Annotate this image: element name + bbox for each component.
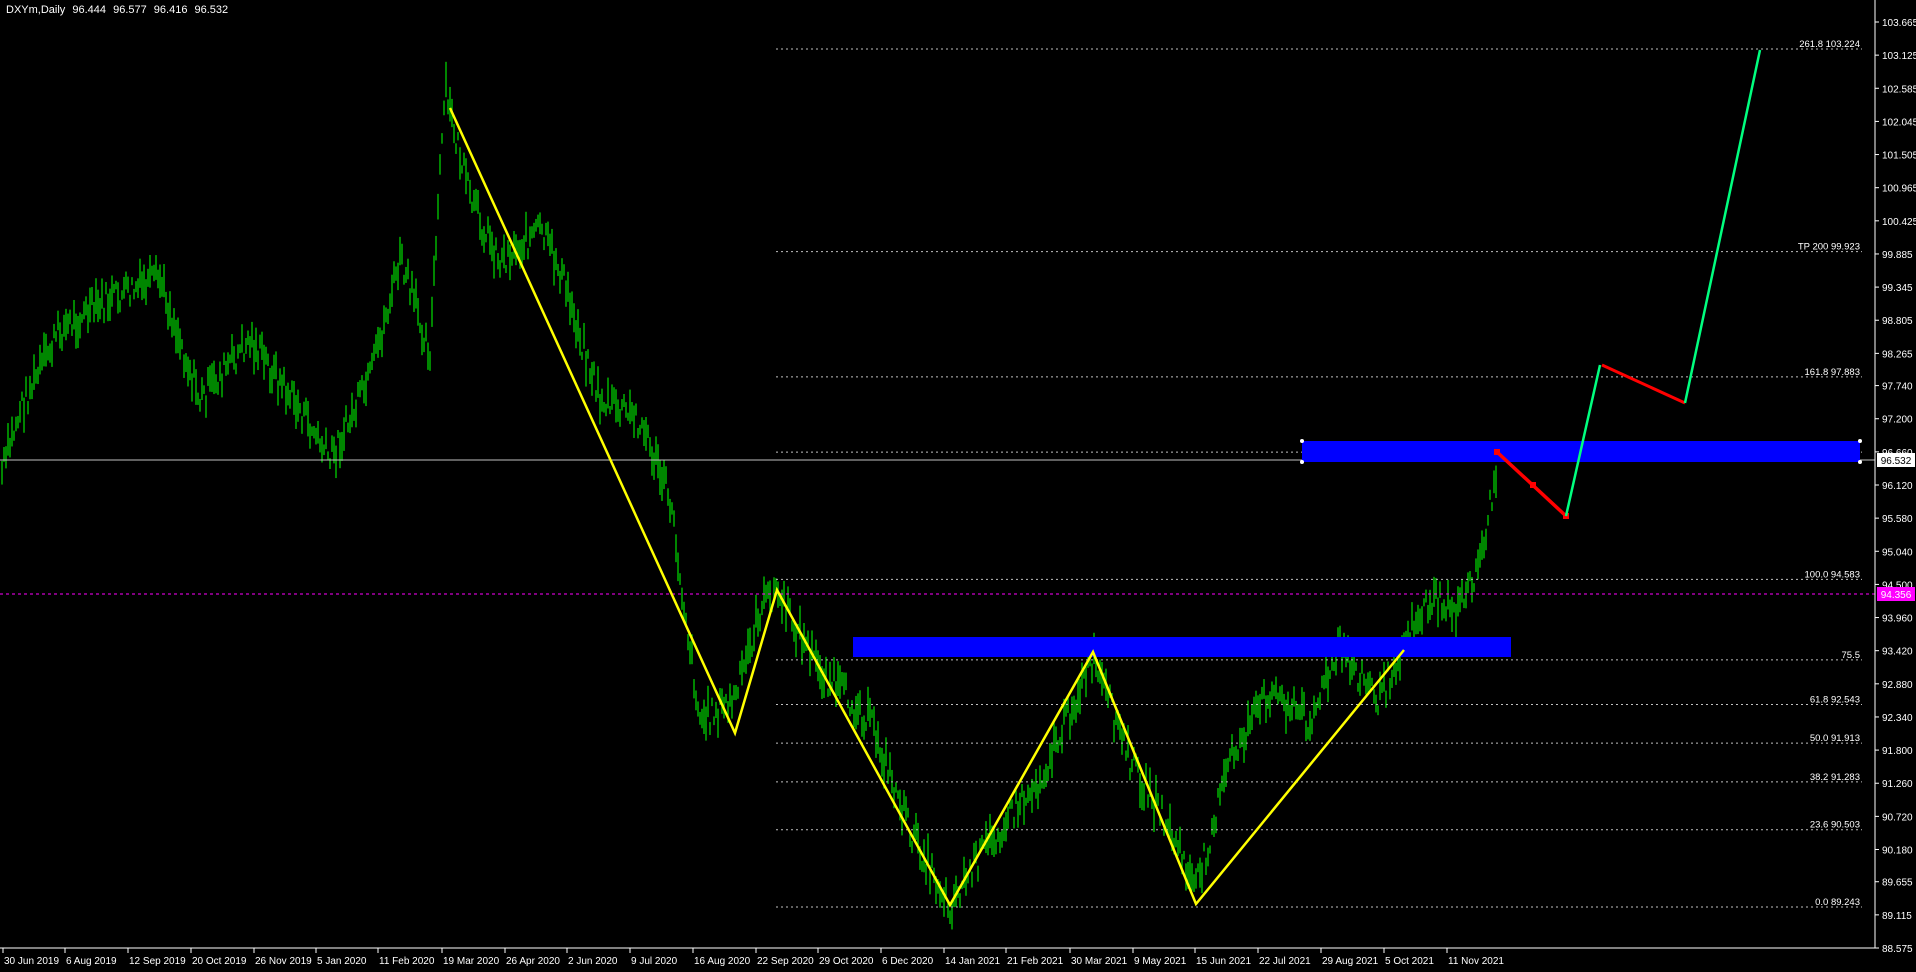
price-label: 95.580 xyxy=(1882,514,1913,525)
time-label: 26 Apr 2020 xyxy=(506,956,560,967)
price-label: 97.200 xyxy=(1882,415,1913,426)
time-axis[interactable]: 30 Jun 2019 6 Aug 2019 12 Sep 2019 20 Oct 2… xyxy=(2,948,1504,967)
projection-target-line[interactable] xyxy=(1683,49,1762,404)
time-label: 19 Mar 2020 xyxy=(443,956,500,967)
fibonacci-levels: 261.8 103.224TP 200 99.923161.8 97.88313… xyxy=(776,39,1862,908)
fib-level-label: 0.0 89.243 xyxy=(1815,897,1860,908)
price-label: 91.260 xyxy=(1882,779,1913,790)
fib-level-label: 61.8 92.543 xyxy=(1810,695,1860,706)
fib-level-label: TP 200 99.923 xyxy=(1798,242,1860,253)
price-label: 100.965 xyxy=(1882,184,1916,195)
time-label: 11 Nov 2021 xyxy=(1448,956,1504,967)
time-label: 14 Jan 2021 xyxy=(945,956,1000,967)
price-label: 99.885 xyxy=(1882,250,1913,261)
time-label: 5 Oct 2021 xyxy=(1385,956,1434,967)
price-label: 98.805 xyxy=(1882,316,1913,327)
time-label: 20 Oct 2019 xyxy=(192,956,247,967)
price-label: 96.120 xyxy=(1882,481,1913,492)
zone-handle[interactable] xyxy=(1858,439,1862,443)
zone-handle[interactable] xyxy=(1300,460,1304,464)
zone-handle[interactable] xyxy=(1858,460,1862,464)
time-label: 29 Oct 2020 xyxy=(819,956,874,967)
fib-level-label: 38.2 91.283 xyxy=(1810,772,1860,783)
price-label: 93.420 xyxy=(1882,647,1913,658)
time-label: 9 May 2021 xyxy=(1134,956,1187,967)
time-label: 9 Jul 2020 xyxy=(631,956,678,967)
current-price-tag: 96.532 xyxy=(1881,456,1912,467)
price-axis[interactable]: 103.665 103.125 102.585 102.045 101.505 100.9… xyxy=(1875,18,1916,955)
time-label: 21 Feb 2021 xyxy=(1007,956,1064,967)
price-label: 103.665 xyxy=(1882,18,1916,29)
fib-level-label: 75.5 xyxy=(1842,650,1861,661)
time-label: 2 Jun 2020 xyxy=(568,956,618,967)
time-label: 26 Nov 2019 xyxy=(255,956,312,967)
time-label: 11 Feb 2020 xyxy=(379,956,435,967)
price-label: 91.800 xyxy=(1882,746,1913,757)
price-label: 90.180 xyxy=(1882,846,1913,857)
price-label: 89.115 xyxy=(1882,911,1912,922)
price-label: 103.125 xyxy=(1882,51,1916,62)
price-label: 90.720 xyxy=(1882,812,1913,823)
price-chart[interactable]: 261.8 103.224TP 200 99.923161.8 97.88313… xyxy=(0,0,1916,972)
price-label: 93.960 xyxy=(1882,614,1913,625)
price-label: 102.045 xyxy=(1882,117,1916,128)
fib-level-label: 100.0 94.583 xyxy=(1805,569,1860,580)
time-label: 6 Aug 2019 xyxy=(66,956,117,967)
time-label: 15 Jun 2021 xyxy=(1196,956,1251,967)
support-zone-lower[interactable] xyxy=(853,637,1511,657)
time-label: 22 Sep 2020 xyxy=(757,956,814,967)
price-label: 88.575 xyxy=(1882,944,1913,955)
projection-point xyxy=(1530,482,1536,488)
price-label: 92.340 xyxy=(1882,713,1913,724)
chart-window[interactable]: DXYm,Daily 96.444 96.577 96.416 96.532 2… xyxy=(0,0,1916,972)
price-label: 89.655 xyxy=(1882,878,1913,889)
projection-point xyxy=(1494,449,1500,455)
wave-drawing[interactable] xyxy=(448,107,1405,908)
time-label: 29 Aug 2021 xyxy=(1322,956,1379,967)
time-label: 5 Jan 2020 xyxy=(317,956,367,967)
projection-up-line[interactable] xyxy=(1564,364,1602,517)
candlestick-series xyxy=(1,61,1497,930)
price-label: 92.880 xyxy=(1882,680,1913,691)
time-label: 30 Mar 2021 xyxy=(1071,956,1128,967)
price-label: 101.505 xyxy=(1882,151,1916,162)
ask-price-tag: 94.356 xyxy=(1881,590,1912,601)
time-label: 30 Jun 2019 xyxy=(4,956,59,967)
price-label: 102.585 xyxy=(1882,84,1916,95)
fib-level-label: 50.0 91.913 xyxy=(1810,733,1860,744)
price-label: 97.740 xyxy=(1882,382,1913,393)
price-label: 98.265 xyxy=(1882,349,1913,360)
zone-handle[interactable] xyxy=(1300,439,1304,443)
fib-level-label: 161.8 97.883 xyxy=(1805,367,1860,378)
time-label: 16 Aug 2020 xyxy=(694,956,751,967)
projection-pullback-line[interactable] xyxy=(1601,363,1686,405)
price-label: 99.345 xyxy=(1882,283,1913,294)
time-label: 12 Sep 2019 xyxy=(129,956,186,967)
price-label: 95.040 xyxy=(1882,547,1913,558)
fib-level-label: 261.8 103.224 xyxy=(1799,39,1860,50)
price-label: 100.425 xyxy=(1882,217,1916,228)
time-label: 6 Dec 2020 xyxy=(882,956,934,967)
fib-level-label: 23.6 90.503 xyxy=(1810,820,1860,831)
time-label: 22 Jul 2021 xyxy=(1259,956,1311,967)
